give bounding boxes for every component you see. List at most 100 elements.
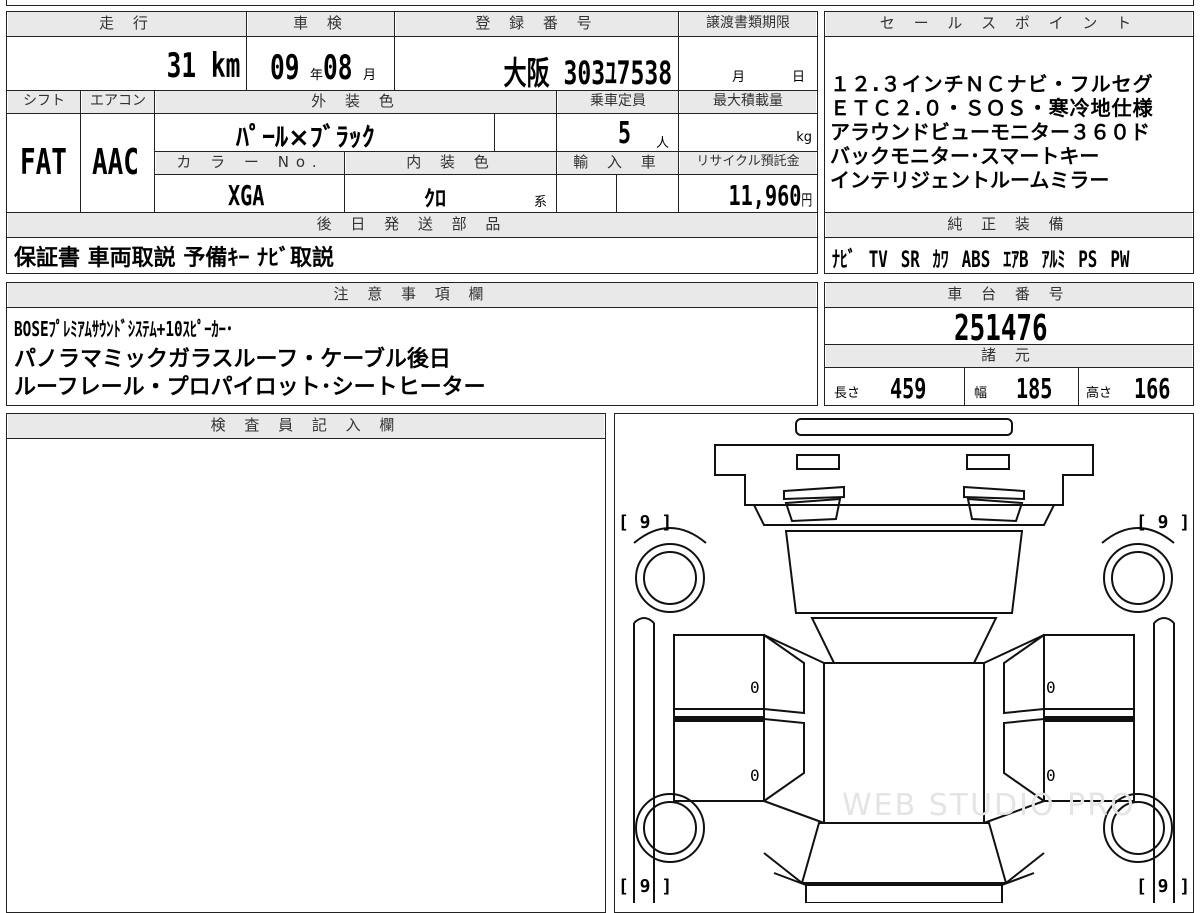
transfer-deadline-cell: 月 日 — [680, 38, 816, 90]
spec-width: 幅 185 — [974, 372, 1053, 404]
notes-line: ルーフレール・プロパイロット･シートヒーター — [14, 375, 486, 400]
interior-color-suffix: 系 — [534, 195, 548, 210]
color-no-header: カ ラ ー No. — [156, 152, 344, 174]
exterior-color-value: ﾊﾟｰﾙ×ﾌﾞﾗｯｸ — [236, 123, 375, 151]
mileage-value: 31 km — [166, 46, 240, 86]
interior-color-cell: ｸﾛ 系 — [346, 175, 556, 212]
inspector-header: 検 査 員 記 入 欄 — [8, 414, 604, 438]
registration-cell: 大阪 303ﾕ7538 — [396, 38, 678, 90]
inspection-month-unit: 月 — [363, 68, 377, 83]
interior-color-value: ｸﾛ — [424, 187, 447, 212]
equipment-item: SR — [900, 248, 920, 273]
inspection-header: 車 検 — [248, 12, 394, 36]
divider — [80, 91, 81, 212]
deadline-day-unit: 日 — [792, 70, 806, 85]
equipment-item: PS — [1078, 248, 1098, 273]
equipment-item: ABS — [961, 248, 991, 273]
equipment-header: 純 正 装 備 — [826, 213, 1192, 237]
divider — [344, 151, 345, 212]
equipment-item: ｶﾜ — [932, 248, 949, 273]
sales-point-line: ＥＴＣ２.０・ＳＯＳ・寒冷地仕様 — [830, 96, 1154, 120]
tire-mark-rear-right: [ 9 ] — [1136, 512, 1191, 533]
exterior-color-header: 外 装 色 — [156, 91, 556, 113]
chassis-header: 車 台 番 号 — [826, 283, 1192, 307]
shift-value: FAT — [20, 142, 67, 183]
divider — [494, 113, 495, 151]
aircon-cell: AAC — [82, 114, 154, 212]
exterior-color-cell: ﾊﾟｰﾙ×ﾌﾞﾗｯｸ — [156, 114, 494, 151]
divider — [616, 174, 617, 212]
equipment-item: TV — [868, 248, 888, 273]
tire-mark-front-right: [ 9 ] — [1136, 876, 1191, 897]
max-load-unit: kg — [796, 130, 812, 145]
inspection-year: 09 — [270, 48, 300, 88]
inspection-cell: 09 年08 月 — [248, 38, 394, 90]
capacity-cell: 5 人 — [558, 114, 678, 151]
sales-point-line: １２.３インチＮＣナビ・フルセグ — [830, 72, 1154, 96]
spec-length: 長さ 459 — [834, 372, 927, 404]
divider — [1078, 367, 1079, 405]
later-parts-value: 保証書 車両取説 予備ｷｰ ﾅﾋﾞ取説 — [14, 246, 334, 270]
shift-header: シフト — [8, 91, 80, 113]
registration-value: 大阪 303ﾕ7538 — [503, 54, 672, 90]
chassis-value: 251476 — [954, 308, 1048, 344]
divider — [825, 36, 1193, 37]
sales-point-line: アラウンドビューモニター３６０ド — [830, 120, 1150, 144]
spec-height: 高さ 166 — [1086, 372, 1171, 404]
divider — [7, 36, 817, 37]
mileage-unit: km — [210, 46, 240, 86]
recycle-cell: 11,960円 — [680, 175, 816, 212]
watermark: WEB STUDIO PRO — [842, 788, 1136, 823]
equipment-list: ﾅﾋﾞ TV SR ｶﾜ ABS ｴｱB ｱﾙﾐ PS PW — [832, 242, 1129, 274]
top-cropped-strip — [6, 0, 1194, 6]
interior-color-header: 内 装 色 — [346, 152, 556, 174]
divider — [825, 237, 1193, 238]
sales-points-list: １２.３インチＮＣナビ・フルセグ ＥＴＣ２.０・ＳＯＳ・寒冷地仕様 アラウンドビ… — [830, 72, 1192, 192]
divider — [678, 12, 679, 90]
capacity-unit: 人 — [656, 136, 670, 151]
divider — [825, 367, 1193, 368]
divider — [246, 12, 247, 90]
capacity-header: 乗車定員 — [558, 91, 678, 113]
notes-line: BOSEﾌﾟﾚﾐｱﾑｻｳﾝﾄﾞｼｽﾃﾑ+10ｽﾋﾟｰｶｰ･ — [14, 317, 234, 341]
inspection-year-unit: 年 — [310, 68, 324, 83]
door-mark-front-left: 0 — [750, 766, 760, 785]
import-header: 輸 入 車 — [558, 152, 678, 174]
equipment-item: ｴｱB — [1003, 248, 1029, 273]
mileage-cell: 31 km — [8, 38, 246, 90]
sales-point-line: インテリジェントルームミラー — [830, 168, 1110, 192]
inspection-month: 08 — [323, 48, 353, 88]
chassis-cell: 251476 — [826, 308, 1192, 344]
max-load-header: 最大積載量 — [680, 91, 816, 113]
recycle-unit: 円 — [801, 191, 812, 209]
capacity-value: 5 — [618, 116, 632, 151]
shift-cell: FAT — [8, 114, 80, 212]
divider — [964, 367, 965, 405]
color-no-value: XGA — [228, 179, 265, 212]
car-body-diagram — [633, 418, 1175, 903]
mileage-header: 走 行 — [8, 12, 246, 36]
divider — [394, 12, 395, 90]
equipment-item: ﾅﾋﾞ — [832, 248, 856, 273]
max-load-cell: kg — [680, 114, 816, 151]
color-no-cell: XGA — [156, 175, 344, 212]
divider — [7, 237, 817, 238]
divider — [7, 438, 605, 439]
divider — [7, 307, 817, 308]
registration-header: 登 録 番 号 — [396, 12, 678, 36]
door-mark-front-right: 0 — [1046, 766, 1056, 785]
equipment-item: PW — [1110, 248, 1130, 273]
equipment-item: ｱﾙﾐ — [1041, 248, 1066, 273]
sales-point-line: バックモニター･スマートキー — [830, 144, 1100, 168]
deadline-month-unit: 月 — [732, 70, 746, 85]
recycle-value: 11,960円 — [728, 179, 812, 212]
door-mark-rear-right: 0 — [1046, 678, 1056, 697]
sales-points-header: セ ー ル ス ポ イ ン ト — [826, 12, 1192, 36]
aircon-value: AAC — [92, 142, 139, 183]
transfer-deadline-header: 譲渡書類期限 — [680, 12, 816, 36]
tire-mark-rear-left: [ 9 ] — [618, 512, 673, 533]
tire-mark-front-left: [ 9 ] — [618, 876, 673, 897]
inspector-box — [6, 413, 606, 913]
notes-header: 注 意 事 項 欄 — [8, 283, 816, 307]
later-parts-header: 後 日 発 送 部 品 — [8, 213, 816, 237]
